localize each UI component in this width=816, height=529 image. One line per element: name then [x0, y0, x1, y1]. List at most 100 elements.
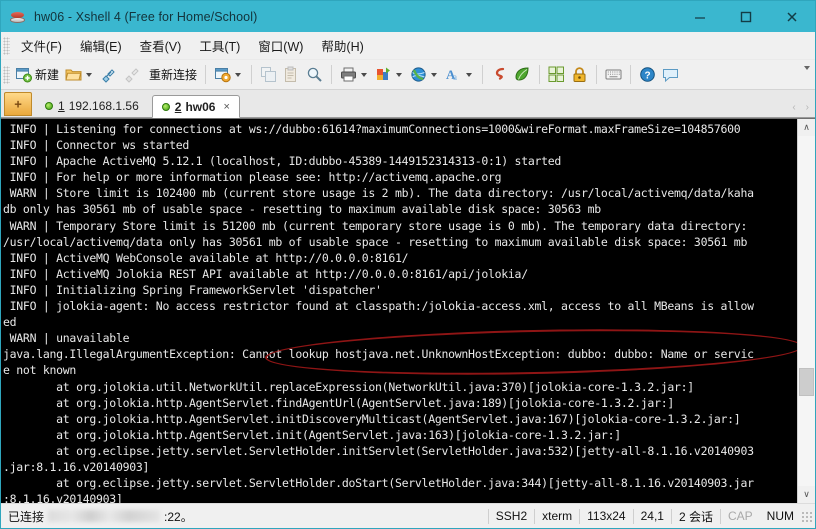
- paste-icon: [283, 66, 300, 83]
- properties-icon: [214, 66, 231, 83]
- svg-text:?: ?: [644, 70, 650, 81]
- minimize-button[interactable]: [677, 1, 723, 32]
- print-button[interactable]: [337, 63, 372, 87]
- new-tab-button[interactable]: +: [4, 92, 32, 116]
- tab-scroll-right-icon[interactable]: ›: [806, 102, 809, 113]
- tab-status-dot-icon: [161, 102, 170, 111]
- lock-button[interactable]: [568, 63, 591, 87]
- tile-windows-button[interactable]: [545, 63, 568, 87]
- scroll-down-button[interactable]: ∨: [798, 486, 815, 503]
- menubar-grip-icon[interactable]: [3, 36, 10, 55]
- menu-view[interactable]: 查看(V): [131, 32, 191, 59]
- script-icon: [491, 66, 508, 83]
- terminal-line: :8.1.16.v20140903]: [3, 492, 123, 503]
- terminal-line: /usr/local/activemq/data only has 30561 …: [3, 234, 748, 249]
- printer-icon: [340, 66, 357, 83]
- status-cursor-position: 24,1: [640, 509, 664, 523]
- toolbar-separator-4: [482, 65, 484, 84]
- menu-window[interactable]: 窗口(W): [249, 32, 312, 59]
- browser-button[interactable]: [407, 63, 442, 87]
- new-session-button[interactable]: 新建: [12, 63, 62, 87]
- feedback-button[interactable]: [659, 63, 682, 87]
- connect-button[interactable]: [97, 63, 120, 87]
- connection-status: 已连接 :22。: [1, 508, 200, 525]
- paste-button[interactable]: [280, 63, 303, 87]
- menu-help[interactable]: 帮助(H): [312, 32, 372, 59]
- log-button[interactable]: [511, 63, 534, 87]
- tab-status-dot-icon: [45, 102, 53, 110]
- folder-open-icon: [65, 66, 82, 83]
- toolbar: 新建 重新连接 A a ?: [1, 60, 815, 90]
- tab-hw06[interactable]: 2 hw06 ×: [151, 95, 240, 118]
- toolbar-separator-1: [205, 65, 207, 84]
- help-button[interactable]: ?: [636, 63, 659, 87]
- maximize-button[interactable]: [723, 1, 769, 32]
- terminal-line: at org.jolokia.util.NetworkUtil.replaceE…: [3, 379, 694, 394]
- font-button[interactable]: A a: [442, 63, 477, 87]
- print-caret-icon[interactable]: [361, 72, 368, 77]
- terminal-line: INFO | For help or more information plea…: [3, 170, 502, 185]
- toolbar-grip-icon[interactable]: [3, 65, 10, 84]
- font-caret-icon[interactable]: [466, 72, 473, 77]
- terminal-line: at org.eclipse.jetty.servlet.ServletHold…: [3, 476, 754, 491]
- tab-scroll-left-icon[interactable]: ‹: [792, 102, 795, 113]
- compose-bar-button[interactable]: [602, 63, 625, 87]
- disconnect-plug-icon: [123, 66, 140, 83]
- script-run-button[interactable]: [488, 63, 511, 87]
- terminal-output[interactable]: INFO | Listening for connections at ws:/…: [1, 119, 797, 503]
- menu-file[interactable]: 文件(F): [12, 32, 71, 59]
- tab-close-icon[interactable]: ×: [223, 101, 229, 113]
- status-terminal-type: xterm: [542, 509, 573, 523]
- terminal-line: WARN | Temporary Store limit is 51200 mb…: [3, 218, 748, 233]
- open-sessions-caret-icon[interactable]: [86, 72, 93, 77]
- terminal-line: db only has 30561 mb of usable space - r…: [3, 202, 601, 217]
- menu-bar: 文件(F) 编辑(E) 查看(V) 工具(T) 窗口(W) 帮助(H): [1, 32, 815, 60]
- reconnect-button[interactable]: 重新连接: [143, 63, 200, 87]
- terminal-area: INFO | Listening for connections at ws:/…: [1, 118, 815, 503]
- close-button[interactable]: [769, 1, 815, 32]
- tab-label: hw06: [185, 99, 216, 114]
- scroll-up-button[interactable]: ∧: [798, 119, 815, 136]
- tab-index: 2: [174, 99, 182, 114]
- keyboard-icon: [605, 66, 622, 83]
- scrollbar-track[interactable]: [798, 136, 815, 486]
- terminal-line: at org.jolokia.http.AgentServlet.findAge…: [3, 395, 675, 410]
- transfer-button[interactable]: [372, 63, 407, 87]
- terminal-line: INFO | Connector ws started: [3, 138, 190, 153]
- scrollbar-thumb[interactable]: [799, 368, 814, 396]
- find-button[interactable]: [303, 63, 326, 87]
- menu-tools[interactable]: 工具(T): [190, 32, 249, 59]
- title-bar: hw06 - Xshell 4 (Free for Home/School): [1, 1, 815, 32]
- terminal-line: INFO | Listening for connections at ws:/…: [3, 122, 741, 136]
- connect-plug-icon: [100, 66, 117, 83]
- tab-scroll-controls: ‹ ›: [792, 102, 809, 113]
- terminal-line: java.lang.IllegalArgumentException: Cann…: [3, 347, 754, 362]
- status-size: 113x24: [587, 509, 626, 523]
- terminal-line: INFO | Initializing Spring FrameworkServ…: [3, 282, 382, 297]
- copy-button[interactable]: [257, 63, 280, 87]
- transfer-caret-icon[interactable]: [396, 72, 403, 77]
- search-icon: [306, 66, 323, 83]
- session-properties-button[interactable]: [211, 63, 246, 87]
- window-title: hw06 - Xshell 4 (Free for Home/School): [34, 9, 258, 24]
- disconnect-button[interactable]: [120, 63, 143, 87]
- browser-caret-icon[interactable]: [431, 72, 438, 77]
- svg-text:a: a: [453, 72, 457, 82]
- menu-edit[interactable]: 编辑(E): [71, 32, 131, 59]
- toolbar-overflow-button[interactable]: [804, 66, 810, 84]
- terminal-line: .jar:8.1.16.v20140903]: [3, 459, 150, 474]
- status-protocol: SSH2: [495, 509, 528, 523]
- resize-grip-icon[interactable]: [801, 510, 812, 522]
- new-tab-plus-label: +: [14, 96, 22, 112]
- terminal-line: e not known: [3, 363, 77, 378]
- tab-label: 192.168.1.56: [68, 99, 139, 113]
- help-icon: ?: [639, 66, 656, 83]
- tile-icon: [548, 66, 565, 83]
- globe-icon: [410, 66, 427, 83]
- open-sessions-button[interactable]: [62, 63, 97, 87]
- toolbar-separator-3: [331, 65, 333, 84]
- tab-192-168-1-56[interactable]: 1 192.168.1.56: [36, 95, 148, 117]
- new-session-icon: [15, 66, 32, 83]
- session-properties-caret-icon[interactable]: [235, 72, 242, 77]
- terminal-scrollbar[interactable]: ∧ ∨: [797, 119, 815, 503]
